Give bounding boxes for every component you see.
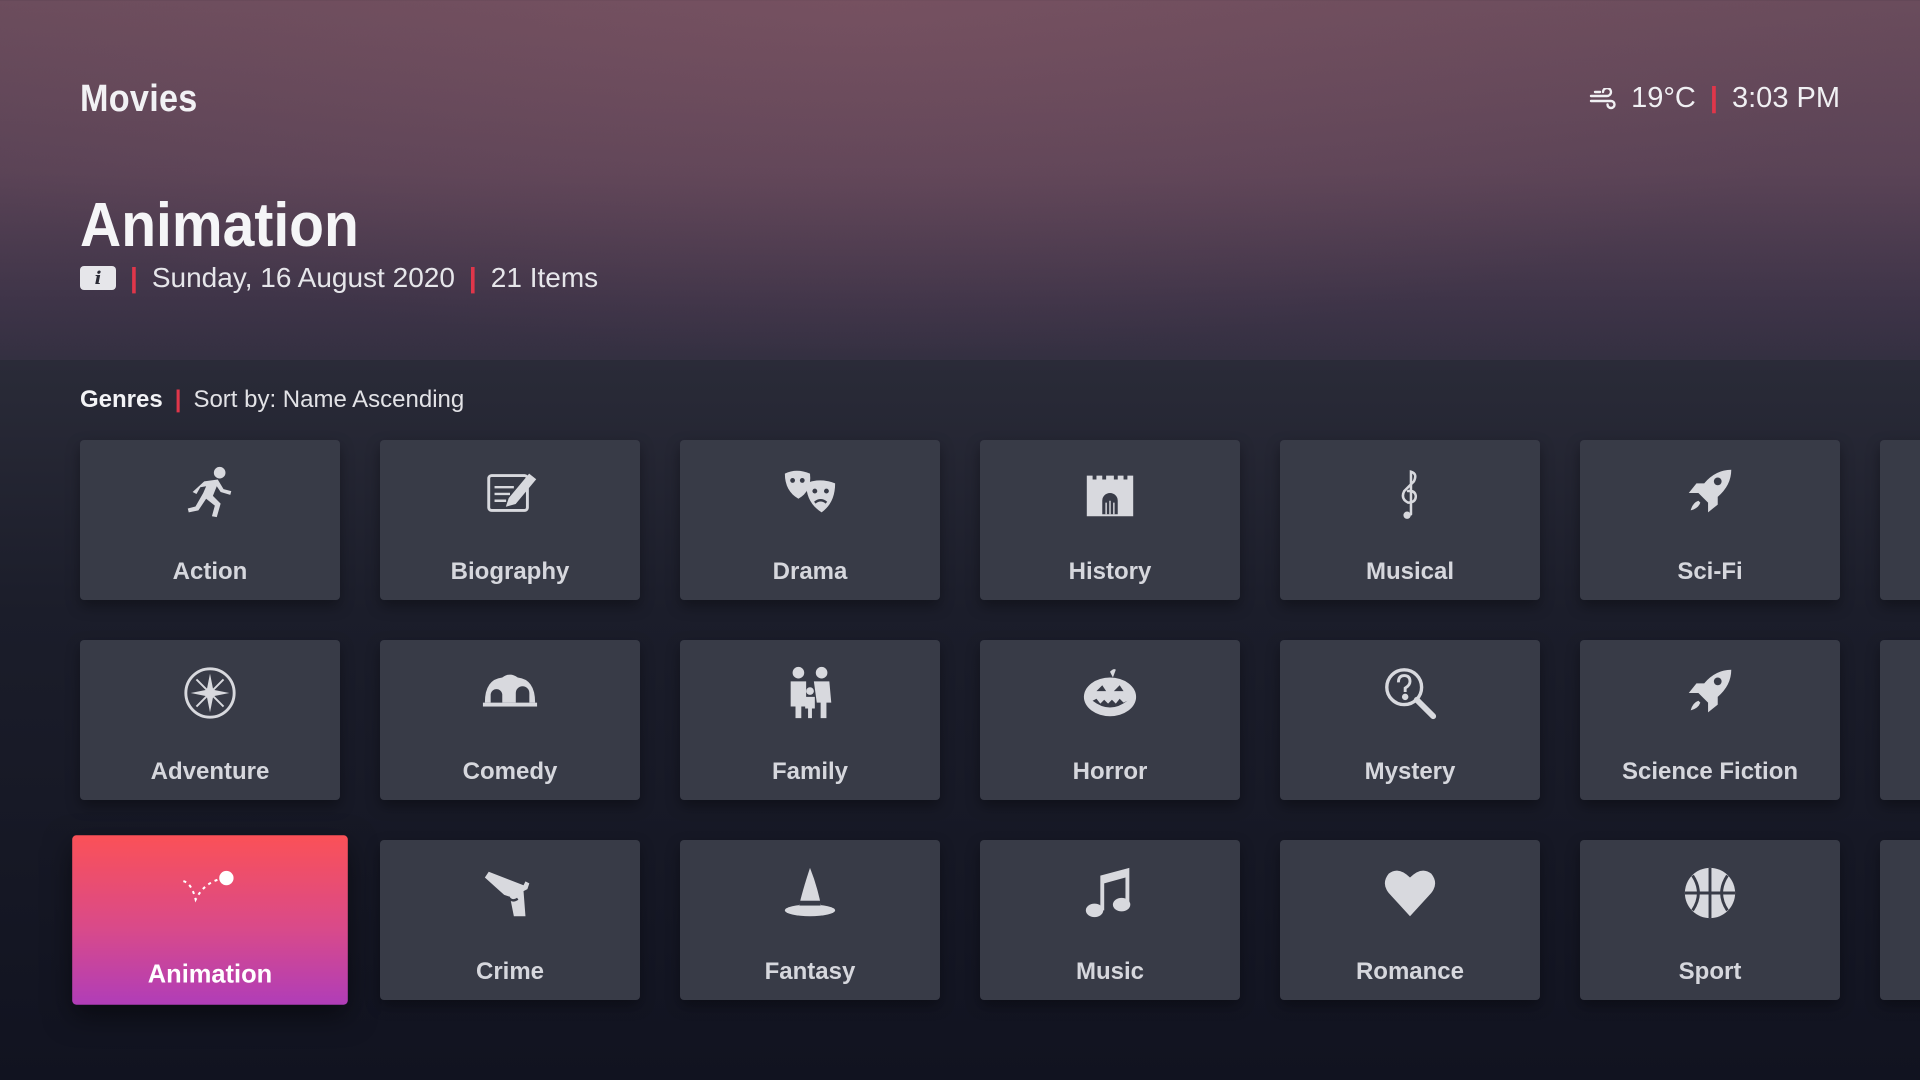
separator: | <box>468 262 477 293</box>
genre-label: Drama <box>772 558 848 585</box>
section-title: Movies <box>80 78 198 120</box>
header-backdrop <box>0 0 1920 360</box>
separator: | <box>1709 82 1718 114</box>
treble-clef-icon <box>1379 462 1441 524</box>
info-icon[interactable]: i <box>80 266 116 290</box>
genre-label: Biography <box>450 558 570 585</box>
filter-label: Genres <box>80 386 163 413</box>
genre-label: Animation <box>147 960 273 989</box>
separator: | <box>174 386 182 413</box>
basketball-icon <box>1679 862 1741 924</box>
genre-label: Sport <box>1678 958 1742 985</box>
genre-tile-sport[interactable]: Sport <box>1580 840 1840 1000</box>
compass-icon <box>179 662 241 724</box>
genre-tile-romance[interactable]: Romance <box>1280 840 1540 1000</box>
genre-tile-biography[interactable]: Biography <box>380 440 640 600</box>
genre-tile-offscreen[interactable] <box>1880 640 1920 800</box>
genre-label: Music <box>1075 958 1144 985</box>
rocket-icon <box>1679 662 1741 724</box>
genre-label: Musical <box>1365 558 1455 585</box>
pumpkin-icon <box>1079 662 1141 724</box>
genre-label: Family <box>771 758 849 785</box>
genre-tile-music[interactable]: Music <box>980 840 1240 1000</box>
genre-grid: Action Biography Drama History Musical S… <box>72 440 1920 1020</box>
pistol-icon <box>479 862 541 924</box>
clock: 3:03 PM <box>1732 82 1840 114</box>
genre-label: Science Fiction <box>1621 758 1799 785</box>
genre-label: Horror <box>1072 758 1148 785</box>
wind-icon <box>1589 87 1617 110</box>
genre-label: Adventure <box>150 758 270 785</box>
genre-tile-offscreen[interactable] <box>1880 440 1920 600</box>
heart-icon <box>1379 862 1441 924</box>
page-meta: i | Sunday, 16 August 2020 | 21 Items <box>80 262 598 294</box>
genre-tile-sci-fi[interactable]: Sci-Fi <box>1580 440 1840 600</box>
running-man-icon <box>179 462 241 524</box>
genre-tile-history[interactable]: History <box>980 440 1240 600</box>
genre-label: Sci-Fi <box>1677 558 1743 585</box>
genre-tile-offscreen[interactable] <box>1880 840 1920 1000</box>
genre-tile-adventure[interactable]: Adventure <box>80 640 340 800</box>
genre-tile-horror[interactable]: Horror <box>980 640 1240 800</box>
castle-icon <box>1079 462 1141 524</box>
genre-tile-musical[interactable]: Musical <box>1280 440 1540 600</box>
genre-label: Crime <box>475 958 545 985</box>
bouncing-ball-icon <box>177 859 243 925</box>
filter-bar[interactable]: Genres | Sort by: Name Ascending <box>80 386 464 414</box>
status-bar: 19°C | 3:03 PM <box>1589 82 1840 115</box>
genre-label: Comedy <box>462 758 558 785</box>
separator: | <box>130 262 138 293</box>
music-note-icon <box>1079 862 1141 924</box>
notepad-pencil-icon <box>479 462 541 524</box>
rocket-icon <box>1679 462 1741 524</box>
genre-tile-mystery[interactable]: Mystery <box>1280 640 1540 800</box>
genre-tile-fantasy[interactable]: Fantasy <box>680 840 940 1000</box>
genre-label: Action <box>172 558 248 585</box>
genre-label: Fantasy <box>764 958 856 985</box>
genre-tile-family[interactable]: Family <box>680 640 940 800</box>
genre-label: History <box>1068 558 1152 585</box>
date-label: Sunday, 16 August 2020 <box>151 262 455 293</box>
genre-tile-crime[interactable]: Crime <box>380 840 640 1000</box>
circus-tent-icon <box>479 662 541 724</box>
genre-tile-animation[interactable]: Animation <box>72 835 348 1005</box>
theater-masks-icon <box>779 462 841 524</box>
family-icon <box>779 662 841 724</box>
item-count: 21 Items <box>490 262 599 293</box>
wizard-hat-icon <box>779 862 841 924</box>
genre-tile-science-fiction[interactable]: Science Fiction <box>1580 640 1840 800</box>
genre-tile-action[interactable]: Action <box>80 440 340 600</box>
genre-label: Romance <box>1355 958 1465 985</box>
magnifier-question-icon <box>1379 662 1441 724</box>
temperature: 19°C <box>1631 82 1696 114</box>
page-title: Animation <box>80 191 359 260</box>
sort-label: Sort by: Name Ascending <box>193 386 465 413</box>
genre-label: Mystery <box>1364 758 1456 785</box>
genre-tile-comedy[interactable]: Comedy <box>380 640 640 800</box>
genre-tile-drama[interactable]: Drama <box>680 440 940 600</box>
